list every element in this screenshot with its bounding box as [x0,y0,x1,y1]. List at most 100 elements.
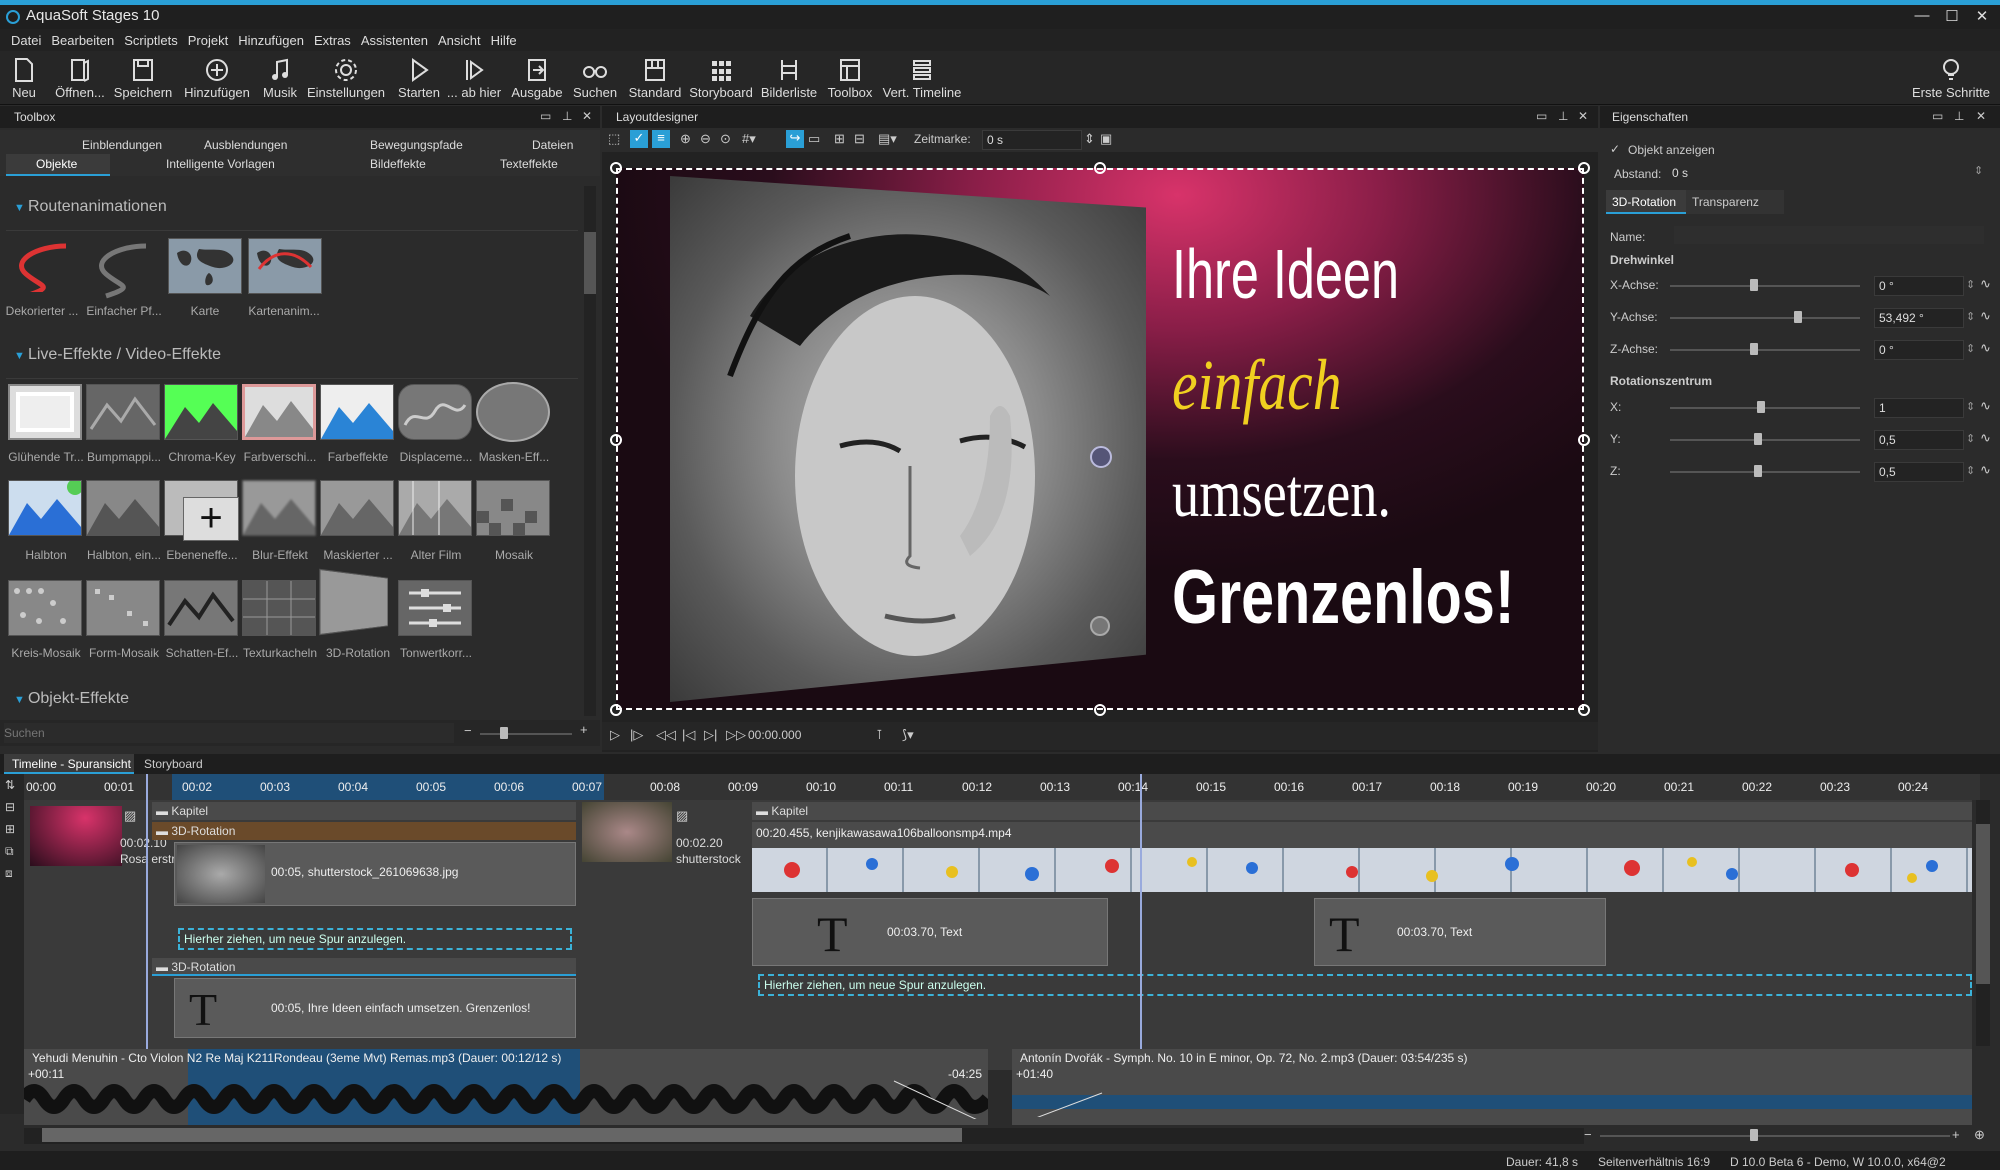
halftone-icon[interactable] [8,479,83,536]
select-tool-icon[interactable]: ⬚ [608,131,620,147]
centers-value[interactable]: 1 [1874,398,1964,418]
maximize-button[interactable]: ☐ [1938,7,1966,27]
menu-ansicht[interactable]: Ansicht [433,29,486,48]
chapter-band[interactable]: ▬ Kapitel [152,802,576,820]
centers-slider-knob[interactable] [1754,433,1762,445]
centers-slider[interactable] [1670,439,1860,441]
zoom-fit-icon[interactable]: ⊕ [1974,1127,1985,1143]
tab-3d-rotation[interactable]: 3D-Rotation [1606,190,1686,214]
centers-slider[interactable] [1670,471,1860,473]
map-icon[interactable] [168,238,242,294]
axes-value[interactable]: 0 ° [1874,340,1964,360]
slide-text-line3[interactable]: umsetzen. [1172,454,1391,533]
shadow-effect-icon[interactable] [164,580,238,636]
zoom-out-icon[interactable]: − [464,723,472,738]
maximize-panel-icon[interactable]: ▭ [1932,109,1943,123]
save-keyframe-icon[interactable]: ▣ [1100,131,1112,147]
anchor-handle-icon[interactable] [1090,616,1110,636]
spin-icon[interactable]: ⇕ [1966,432,1975,445]
section-live-effekte[interactable]: ▼ Live-Effekte / Video-Effekte [14,346,221,364]
grid-lines-icon[interactable]: ≡ [652,130,670,148]
spin-icon[interactable]: ⇕ [1966,464,1975,477]
video-clip[interactable]: 00:20.455, kenjikawasawa106balloonsmp4.m… [752,822,1972,892]
axes-value[interactable]: 0 ° [1874,276,1964,296]
mask-effect-icon[interactable] [476,382,550,442]
collapse-rotation-icon[interactable]: ▬ [156,824,171,838]
expand-tool-icon[interactable]: ⊞ [5,822,15,836]
centers-slider-knob[interactable] [1757,401,1765,413]
mosaic-icon[interactable] [476,480,550,536]
add-keyframe-icon[interactable]: ⊞ [834,131,845,147]
spin-icon[interactable]: ⇕ [1966,342,1975,355]
resize-handle[interactable] [1578,434,1590,446]
slide-text-line1[interactable]: Ihre Ideen [1172,234,1399,314]
tab-bewegungspfade[interactable]: Bewegungspfade [370,138,463,152]
centers-value[interactable]: 0,5 [1874,462,1964,482]
tab-ausblendungen[interactable]: Ausblendungen [204,138,287,152]
slider-knob[interactable] [500,727,508,739]
layer-effect-icon[interactable]: + [164,480,239,541]
timeline-zoom-knob[interactable] [1750,1129,1758,1141]
image-clip[interactable]: 00:05, shutterstock_261069638.jpg [174,842,576,906]
halftone-mono-icon[interactable] [86,480,160,536]
zoom-in-icon[interactable]: + [1952,1127,1960,1142]
tab-bildeffekte[interactable]: Bildeffekte [370,157,426,171]
add-button[interactable]: Hinzufügen [182,51,252,105]
blur-effect-icon[interactable] [242,480,316,536]
prev-icon[interactable]: |◁ [682,727,695,743]
layout-vertical-timeline-button[interactable]: Vert. Timeline [880,51,964,105]
collapse-chapter-icon[interactable]: ▬ [756,804,771,818]
play-from-here-icon[interactable]: |▷ [630,727,643,743]
settings-button[interactable]: Einstellungen [306,51,386,105]
forward-icon[interactable]: ▷▷ [726,727,746,743]
frame-icon[interactable]: ▭ [808,131,820,147]
menu-scriptlets[interactable]: Scriptlets [119,29,182,48]
zoom-in-icon[interactable]: ⊕ [680,131,691,147]
menu-hilfe[interactable]: Hilfe [486,29,522,48]
layout-standard-button[interactable]: Standard [626,51,684,105]
rotation-handle-icon[interactable] [1090,446,1112,468]
tab-einblendungen[interactable]: Einblendungen [82,138,162,152]
centers-slider[interactable] [1670,407,1860,409]
rotation-band[interactable]: ▬ 3D-Rotation [152,822,576,840]
tab-transparenz[interactable]: Transparenz [1686,190,1784,214]
menu-hinzufuegen[interactable]: Hinzufügen [233,29,309,48]
remove-keyframe-icon[interactable]: ⊟ [854,131,865,147]
axes-slider-knob[interactable] [1750,343,1758,355]
save-button[interactable]: Speichern [112,51,174,105]
color-effects-icon[interactable] [320,384,394,440]
tone-curve-icon[interactable] [398,580,472,636]
color-shift-icon[interactable] [242,384,316,440]
layout-toolbox-button[interactable]: Toolbox [824,51,876,105]
track-tool-icon[interactable]: ⇅ [5,778,15,792]
resize-handle[interactable] [610,434,622,446]
next-icon[interactable]: ▷| [704,727,717,743]
audio-clip-1[interactable]: Yehudi Menuhin - Cto Violon N2 Re Maj K2… [24,1049,988,1125]
wave-icon[interactable]: ∿ [1980,340,1991,356]
maximize-panel-icon[interactable]: ▭ [540,109,551,123]
tab-objekte[interactable]: Objekte [36,157,77,171]
shape-mosaic-icon[interactable] [86,580,160,636]
output-button[interactable]: Ausgabe [508,51,566,105]
start-button[interactable]: Starten [396,51,442,105]
resize-handle[interactable] [1094,704,1106,716]
displacement-icon[interactable] [398,384,472,440]
item-dekorierter-pfad[interactable] [6,236,80,299]
3d-rotation-icon[interactable] [319,568,388,636]
glow-transition-icon[interactable] [8,384,82,440]
marker-icon[interactable]: ⊺ [876,727,883,743]
spin-icon[interactable]: ⇕ [1084,131,1095,147]
rotated-photo[interactable] [670,176,1146,702]
texture-tiles-icon[interactable] [242,580,316,636]
time-ruler[interactable]: 00:00 00:01 00:02 00:03 00:04 00:05 00:06 00:07… [24,774,1980,800]
slide-canvas[interactable]: Ihre Ideen einfach umsetzen. Grenzenlos! [616,168,1584,710]
resize-handle[interactable] [610,162,622,174]
group-tool-icon[interactable]: ⧉ [5,844,14,859]
tab-texteffekte[interactable]: Texteffekte [500,157,558,171]
clip-thumb-pink[interactable] [30,806,122,866]
playhead-start[interactable] [146,774,148,1070]
motion-path-icon[interactable]: ⟆▾ [902,727,914,743]
zoom-out-icon[interactable]: − [1584,1127,1592,1142]
close-panel-icon[interactable]: ✕ [1976,109,1986,123]
section-objekt-effekte[interactable]: ▼ Objekt-Effekte [14,690,129,708]
